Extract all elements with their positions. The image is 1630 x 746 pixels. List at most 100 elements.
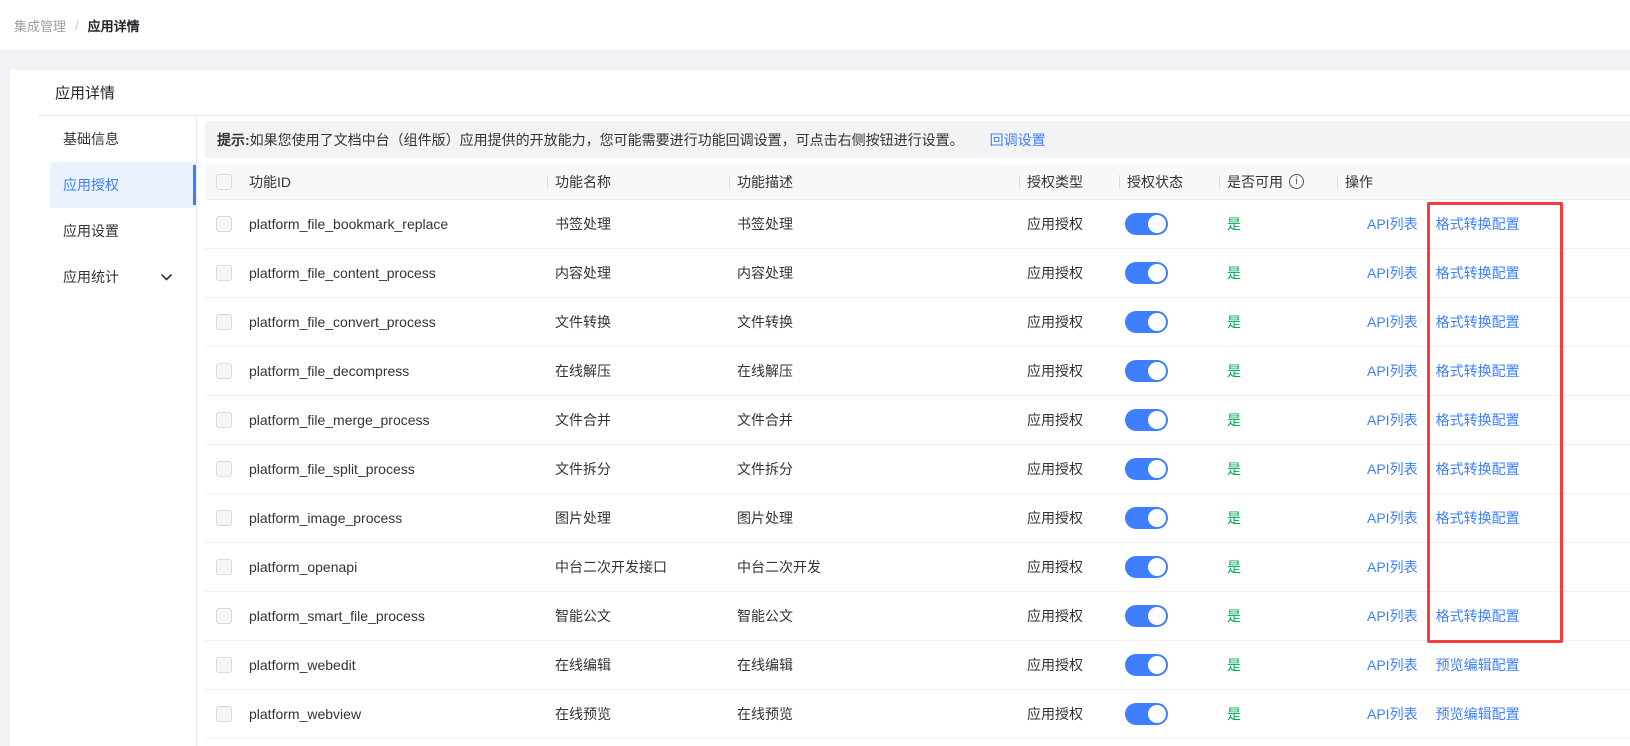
auth-status-toggle[interactable] — [1125, 409, 1168, 431]
cell-availability: 是 — [1219, 704, 1337, 724]
api-list-link[interactable]: API列表 — [1367, 557, 1418, 577]
cell-availability: 是 — [1219, 655, 1337, 675]
cell-auth-status — [1119, 703, 1219, 725]
availability-value: 是 — [1227, 508, 1241, 528]
row-checkbox[interactable] — [216, 363, 232, 379]
cell-feature-name: 在线预览 — [547, 704, 729, 724]
page-title: 应用详情 — [55, 82, 115, 103]
cell-feature-desc: 内容处理 — [729, 263, 1019, 283]
sidebar-item-app-statistics[interactable]: 应用统计 — [50, 254, 196, 300]
cell-feature-desc: 中台二次开发 — [729, 557, 1019, 577]
auth-status-toggle[interactable] — [1125, 556, 1168, 578]
api-list-link[interactable]: API列表 — [1367, 263, 1418, 283]
cell-actions: API列表格式转换配置 — [1337, 508, 1630, 528]
cell-availability: 是 — [1219, 361, 1337, 381]
config-link[interactable]: 格式转换配置 — [1436, 606, 1520, 626]
config-link[interactable]: 格式转换配置 — [1436, 459, 1520, 479]
auth-status-toggle[interactable] — [1125, 311, 1168, 333]
cell-checkbox — [205, 265, 249, 281]
auth-status-toggle[interactable] — [1125, 654, 1168, 676]
cell-availability: 是 — [1219, 606, 1337, 626]
table-row: platform_file_convert_process文件转换文件转换应用授… — [205, 298, 1630, 347]
row-checkbox[interactable] — [216, 706, 232, 722]
config-link[interactable]: 格式转换配置 — [1436, 508, 1520, 528]
column-header-actions: 操作 — [1337, 172, 1630, 192]
cell-actions: API列表格式转换配置 — [1337, 410, 1630, 430]
callback-settings-link[interactable]: 回调设置 — [990, 130, 1046, 150]
config-link[interactable]: 格式转换配置 — [1436, 263, 1520, 283]
cell-checkbox — [205, 657, 249, 673]
sidebar-item-basic-info[interactable]: 基础信息 — [50, 116, 196, 162]
row-checkbox[interactable] — [216, 412, 232, 428]
availability-value: 是 — [1227, 312, 1241, 332]
auth-status-toggle[interactable] — [1125, 213, 1168, 235]
auth-status-toggle[interactable] — [1125, 360, 1168, 382]
cell-feature-id: platform_file_split_process — [249, 461, 547, 477]
api-list-link[interactable]: API列表 — [1367, 214, 1418, 234]
api-list-link[interactable]: API列表 — [1367, 459, 1418, 479]
config-link[interactable]: 格式转换配置 — [1436, 361, 1520, 381]
cell-feature-id: platform_file_bookmark_replace — [249, 216, 547, 232]
row-checkbox[interactable] — [216, 559, 232, 575]
config-link[interactable]: 预览编辑配置 — [1436, 655, 1520, 675]
api-list-link[interactable]: API列表 — [1367, 655, 1418, 675]
cell-availability: 是 — [1219, 312, 1337, 332]
config-link[interactable]: 格式转换配置 — [1436, 214, 1520, 234]
cell-auth-status — [1119, 360, 1219, 382]
cell-feature-name: 图片处理 — [547, 508, 729, 528]
sidebar-item-app-authorization[interactable]: 应用授权 — [50, 162, 196, 208]
sidebar-item-label: 基础信息 — [63, 129, 119, 149]
api-list-link[interactable]: API列表 — [1367, 410, 1418, 430]
cell-auth-type: 应用授权 — [1019, 557, 1119, 577]
cell-checkbox — [205, 363, 249, 379]
sidebar-item-app-settings[interactable]: 应用设置 — [50, 208, 196, 254]
row-checkbox[interactable] — [216, 314, 232, 330]
auth-status-toggle[interactable] — [1125, 703, 1168, 725]
cell-feature-desc: 智能公文 — [729, 606, 1019, 626]
cell-auth-type: 应用授权 — [1019, 263, 1119, 283]
cell-actions: API列表格式转换配置 — [1337, 214, 1630, 234]
sidebar-item-label: 应用设置 — [63, 221, 119, 241]
row-checkbox[interactable] — [216, 657, 232, 673]
row-checkbox[interactable] — [216, 608, 232, 624]
auth-status-toggle[interactable] — [1125, 507, 1168, 529]
cell-availability: 是 — [1219, 459, 1337, 479]
cell-feature-id: platform_openapi — [249, 559, 547, 575]
cell-auth-type: 应用授权 — [1019, 704, 1119, 724]
auth-status-toggle[interactable] — [1125, 458, 1168, 480]
availability-value: 是 — [1227, 606, 1241, 626]
cell-auth-status — [1119, 458, 1219, 480]
row-checkbox[interactable] — [216, 510, 232, 526]
column-header-feature-name: 功能名称 — [547, 172, 729, 192]
config-link[interactable]: 格式转换配置 — [1436, 312, 1520, 332]
cell-actions: API列表格式转换配置 — [1337, 459, 1630, 479]
auth-status-toggle[interactable] — [1125, 262, 1168, 284]
cell-feature-desc: 图片处理 — [729, 508, 1019, 528]
cell-feature-id: platform_webedit — [249, 657, 547, 673]
row-checkbox[interactable] — [216, 265, 232, 281]
api-list-link[interactable]: API列表 — [1367, 704, 1418, 724]
auth-status-toggle[interactable] — [1125, 605, 1168, 627]
cell-actions: API列表格式转换配置 — [1337, 263, 1630, 283]
config-link[interactable]: 预览编辑配置 — [1436, 704, 1520, 724]
row-checkbox[interactable] — [216, 216, 232, 232]
cell-auth-status — [1119, 213, 1219, 235]
config-link[interactable]: 格式转换配置 — [1436, 410, 1520, 430]
cell-feature-desc: 在线解压 — [729, 361, 1019, 381]
api-list-link[interactable]: API列表 — [1367, 508, 1418, 528]
breadcrumb-item-integration[interactable]: 集成管理 — [14, 16, 66, 35]
api-list-link[interactable]: API列表 — [1367, 312, 1418, 332]
cell-feature-desc: 文件合并 — [729, 410, 1019, 430]
api-list-link[interactable]: API列表 — [1367, 606, 1418, 626]
cell-availability: 是 — [1219, 214, 1337, 234]
select-all-checkbox[interactable] — [216, 174, 232, 190]
cell-auth-type: 应用授权 — [1019, 655, 1119, 675]
availability-value: 是 — [1227, 459, 1241, 479]
cell-feature-id: platform_smart_file_process — [249, 608, 547, 624]
api-list-link[interactable]: API列表 — [1367, 361, 1418, 381]
cell-auth-status — [1119, 654, 1219, 676]
tip-text: 如果您使用了文档中台（组件版）应用提供的开放能力，您可能需要进行功能回调设置，可… — [250, 130, 964, 150]
info-circle-icon[interactable]: i — [1289, 174, 1304, 189]
row-checkbox[interactable] — [216, 461, 232, 477]
column-header-auth-status: 授权状态 — [1119, 172, 1219, 192]
